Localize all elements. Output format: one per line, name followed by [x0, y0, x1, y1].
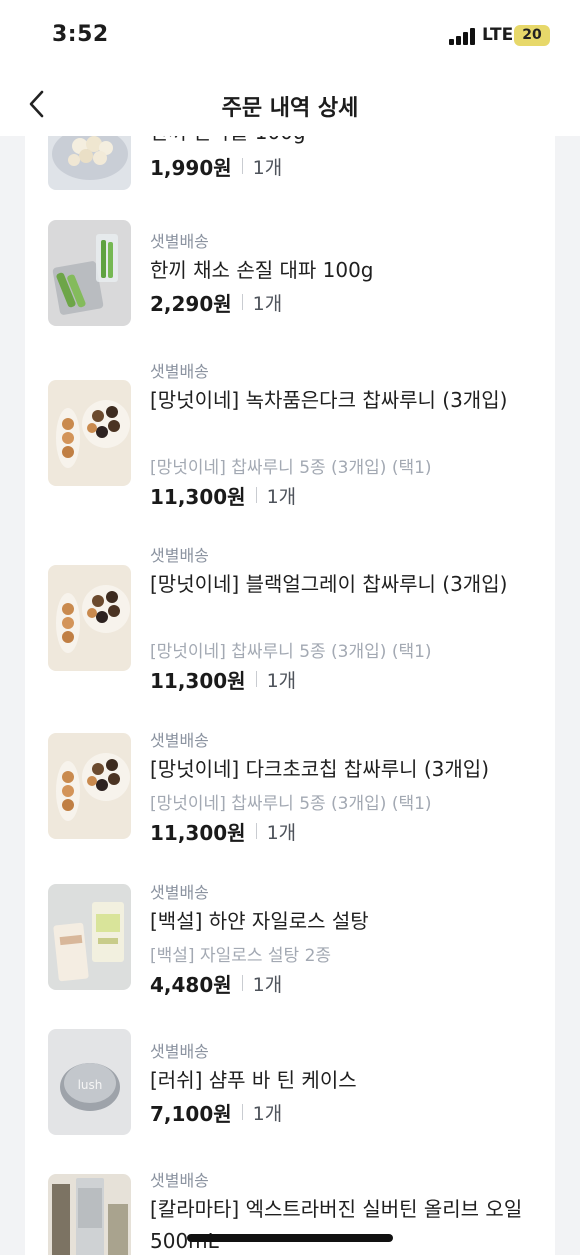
product-image	[48, 380, 131, 486]
network-label: LTE	[482, 25, 514, 45]
product-quantity: 1개	[266, 485, 297, 508]
product-quantity: 1개	[252, 973, 283, 996]
product-image	[48, 884, 131, 990]
price-line: 1,990원 1개	[150, 152, 282, 180]
price-line: 11,300원 1개	[150, 481, 296, 509]
home-indicator[interactable]	[187, 1234, 393, 1242]
product-option: [백설] 자일로스 설탕 2종	[150, 946, 332, 966]
page-title: 주문 내역 상세	[221, 96, 359, 121]
delivery-tag: 샛별배송	[150, 1171, 209, 1190]
product-option: [망넛이네] 찹싸루니 5종 (3개입) (택1)	[150, 642, 432, 662]
divider	[255, 487, 257, 503]
battery-icon: 20	[514, 25, 550, 46]
product-name: [러쉬] 샴푸 바 틴 케이스	[150, 1068, 357, 1092]
delivery-tag: 샛별배송	[150, 232, 209, 251]
divider	[241, 975, 243, 991]
product-image	[48, 1174, 131, 1255]
product-name: [망넛이네] 녹차품은다크 찹싸루니 (3개입)	[150, 388, 508, 412]
product-name: 한끼 채소 손질 대파 100g	[150, 258, 374, 282]
price-line: 11,300원 1개	[150, 817, 296, 845]
divider	[255, 823, 257, 839]
product-price: 2,290원	[150, 291, 232, 316]
header: 주문 내역 상세	[0, 72, 580, 136]
product-price: 11,300원	[150, 484, 246, 509]
divider	[255, 671, 257, 687]
product-price: 7,100원	[150, 1101, 232, 1126]
product-option: [망넛이네] 찹싸루니 5종 (3개입) (택1)	[150, 458, 432, 478]
price-line: 7,100원 1개	[150, 1098, 282, 1126]
product-name: [칼라마타] 엑스트라버진 실버틴 올리브 오일 500mL	[150, 1197, 523, 1253]
delivery-tag: 샛별배송	[150, 731, 209, 750]
signal-icon	[449, 28, 477, 45]
product-price: 11,300원	[150, 820, 246, 845]
product-image	[48, 733, 131, 839]
product-name: [망넛이네] 다크초코칩 찹싸루니 (3개입)	[150, 757, 490, 781]
product-image	[48, 220, 131, 326]
divider	[241, 158, 243, 174]
delivery-tag: 샛별배송	[150, 362, 209, 381]
divider	[241, 1104, 243, 1120]
status-time: 3:52	[52, 22, 109, 47]
price-line: 4,480원 1개	[150, 969, 282, 997]
price-line: 2,290원 1개	[150, 288, 282, 316]
product-quantity: 1개	[252, 156, 283, 179]
price-line: 11,300원 1개	[150, 665, 296, 693]
product-image	[48, 565, 131, 671]
divider	[241, 294, 243, 310]
product-image	[48, 136, 131, 190]
product-quantity: 1개	[266, 669, 297, 692]
product-quantity: 1개	[266, 821, 297, 844]
product-option: [망넛이네] 찹싸루니 5종 (3개입) (택1)	[150, 794, 432, 814]
product-name: [망넛이네] 블랙얼그레이 찹싸루니 (3개입)	[150, 572, 508, 596]
product-quantity: 1개	[252, 1102, 283, 1125]
product-price: 4,480원	[150, 972, 232, 997]
product-price: 1,990원	[150, 155, 232, 180]
product-price: 11,300원	[150, 668, 246, 693]
product-quantity: 1개	[252, 292, 283, 315]
product-name: [백설] 하얀 자일로스 설탕	[150, 909, 369, 933]
delivery-tag: 샛별배송	[150, 1042, 209, 1061]
svg-text:lush: lush	[78, 1078, 103, 1092]
delivery-tag: 샛별배송	[150, 546, 209, 565]
product-name: 한끼 깐마늘 100g	[150, 136, 535, 148]
order-items-list: 한끼 깐마늘 100g 1,990원 1개 샛별배송 한끼 채소 손질 대파 1…	[25, 136, 555, 1255]
delivery-tag: 샛별배송	[150, 883, 209, 902]
product-image: lush	[48, 1029, 131, 1135]
status-bar: 3:52 LTE 20	[0, 0, 580, 72]
